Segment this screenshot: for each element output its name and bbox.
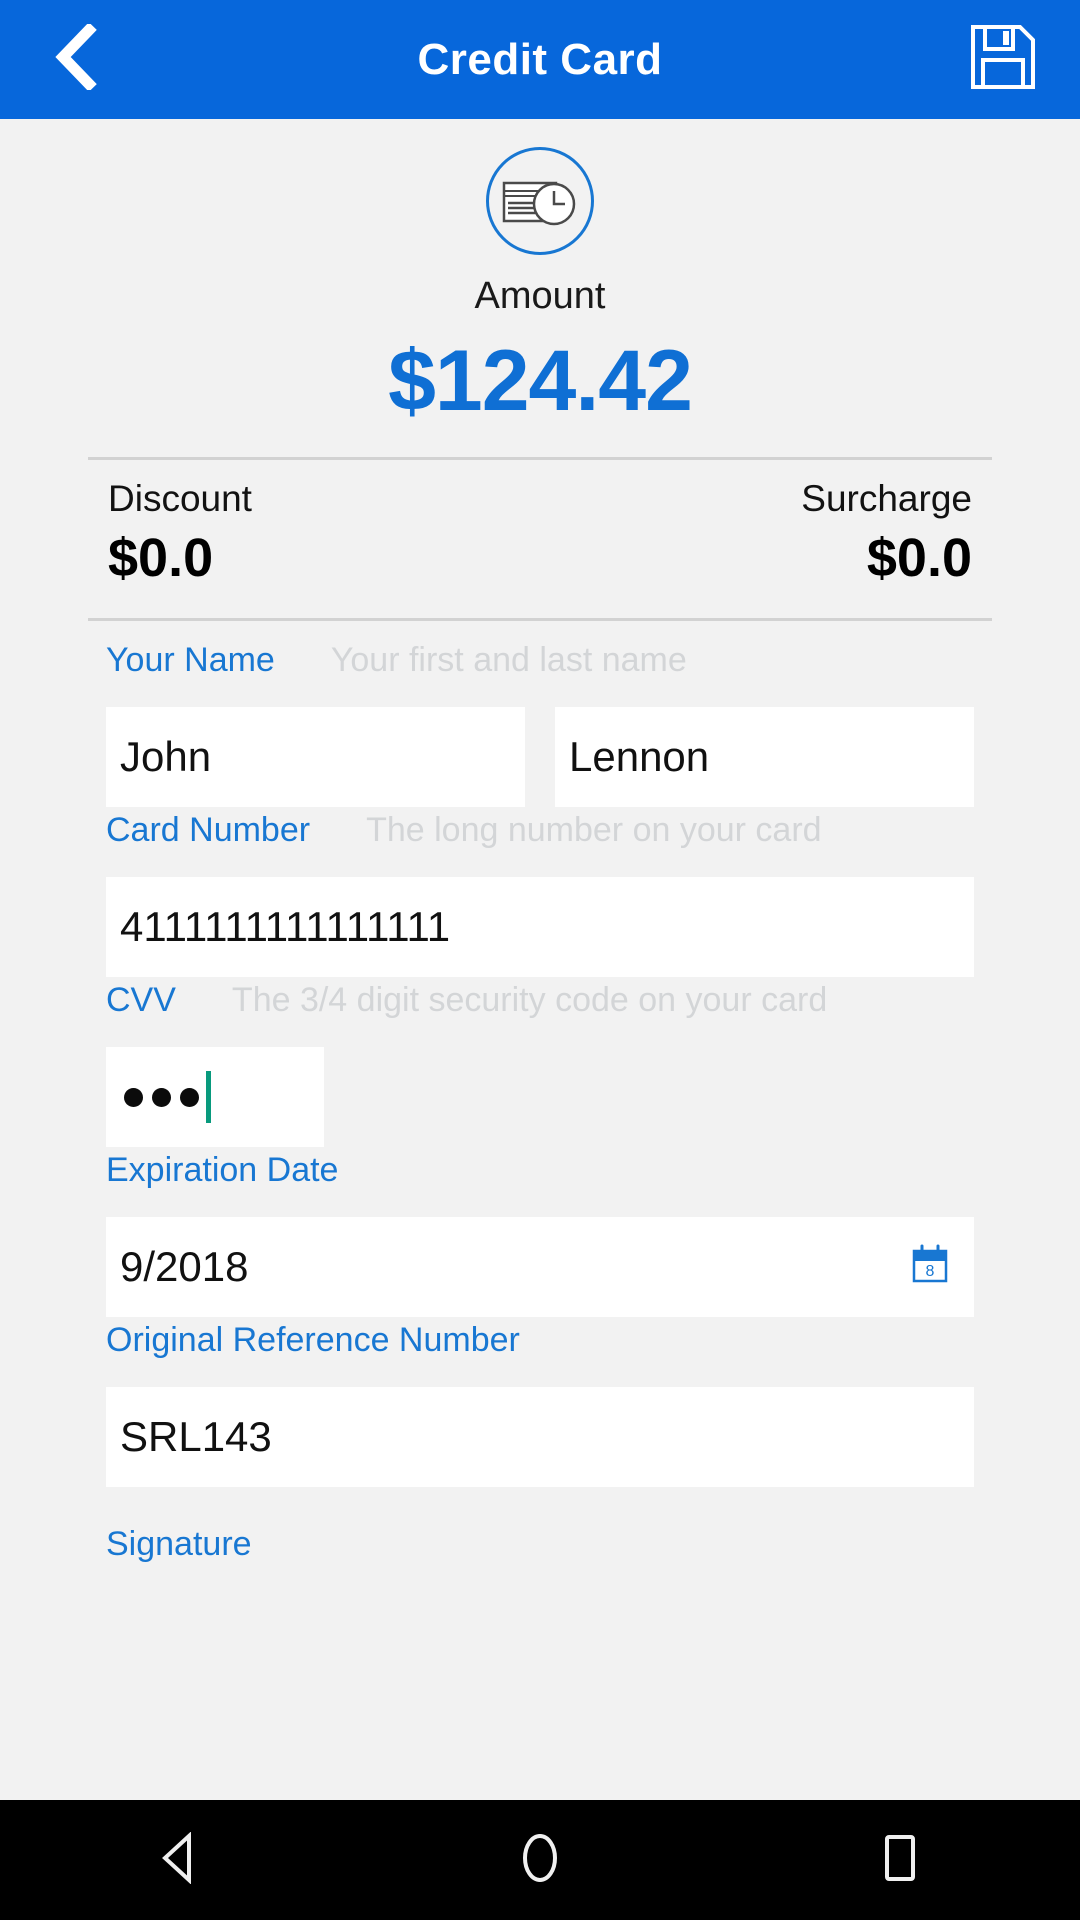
reference-label: Original Reference Number (106, 1321, 520, 1360)
credit-card-form: Your Name Your first and last name John … (0, 641, 1080, 1488)
floppy-save-icon (968, 22, 1038, 97)
page-content: Amount $124.42 Discount $0.0 Surcharge $… (0, 119, 1080, 1800)
field-card-number: Card Number The long number on your card… (106, 811, 974, 978)
amount-label: Amount (474, 275, 606, 317)
card-number-input[interactable]: 4111111111111111 (106, 877, 974, 978)
calendar-day-number: 8 (926, 1263, 935, 1280)
your-name-head: Your Name Your first and last name (106, 641, 974, 707)
save-button[interactable] (964, 21, 1042, 99)
field-your-name: Your Name Your first and last name John … (106, 641, 974, 808)
expiration-value: 9/2018 (120, 1243, 249, 1291)
first-name-input[interactable]: John (106, 707, 525, 808)
nav-home-button[interactable] (480, 1800, 600, 1920)
field-expiration-date: Expiration Date 9/2018 8 (106, 1151, 974, 1318)
text-caret (206, 1071, 211, 1124)
expiration-head: Expiration Date (106, 1151, 974, 1217)
square-recents-icon (877, 1832, 923, 1889)
reference-value: SRL143 (120, 1413, 272, 1461)
discount-value: $0.0 (108, 527, 214, 588)
card-number-hint: The long number on your card (366, 811, 822, 850)
discount-block: Discount $0.0 (108, 478, 252, 592)
field-reference-number: Original Reference Number SRL143 (106, 1321, 974, 1488)
cvv-input[interactable] (106, 1047, 324, 1148)
your-name-hint: Your first and last name (330, 641, 687, 680)
calendar-icon[interactable]: 8 (908, 1243, 952, 1292)
android-navigation-bar (0, 1800, 1080, 1920)
card-clock-icon (486, 147, 594, 255)
expiration-input[interactable]: 9/2018 8 (106, 1217, 974, 1318)
your-name-label: Your Name (106, 641, 275, 680)
first-name-value: John (120, 733, 212, 781)
chevron-left-icon (53, 22, 97, 95)
card-number-head: Card Number The long number on your card (106, 811, 974, 877)
page-title: Credit Card (417, 34, 663, 84)
totals-row: Discount $0.0 Surcharge $0.0 (0, 460, 1080, 592)
card-number-value: 4111111111111111 (120, 903, 451, 951)
back-button[interactable] (38, 22, 112, 97)
amount-summary: Amount $124.42 (0, 119, 1080, 431)
triangle-back-icon (157, 1830, 203, 1889)
reference-input[interactable]: SRL143 (106, 1387, 974, 1488)
cvv-head: CVV The 3/4 digit security code on your … (106, 981, 974, 1047)
surcharge-value: $0.0 (866, 527, 972, 588)
nav-back-button[interactable] (120, 1800, 240, 1920)
card-number-label: Card Number (106, 811, 311, 850)
last-name-input[interactable]: Lennon (555, 707, 974, 808)
discount-label: Discount (108, 478, 252, 519)
amount-value: $124.42 (388, 333, 693, 429)
cvv-label: CVV (106, 981, 176, 1020)
your-name-inputs: John Lennon (106, 707, 974, 808)
divider-bottom (88, 618, 992, 622)
nav-recents-button[interactable] (840, 1800, 960, 1920)
signature-label: Signature (106, 1525, 252, 1564)
cvv-masked-value (120, 1087, 199, 1107)
surcharge-label: Surcharge (801, 478, 972, 519)
circle-home-icon (517, 1832, 563, 1889)
reference-head: Original Reference Number (106, 1321, 974, 1387)
app-bar: Credit Card (0, 0, 1080, 119)
field-cvv: CVV The 3/4 digit security code on your … (106, 981, 974, 1148)
last-name-value: Lennon (569, 733, 710, 781)
surcharge-block: Surcharge $0.0 (801, 478, 972, 592)
cvv-hint: The 3/4 digit security code on your card (231, 981, 828, 1020)
expiration-label: Expiration Date (106, 1151, 339, 1190)
